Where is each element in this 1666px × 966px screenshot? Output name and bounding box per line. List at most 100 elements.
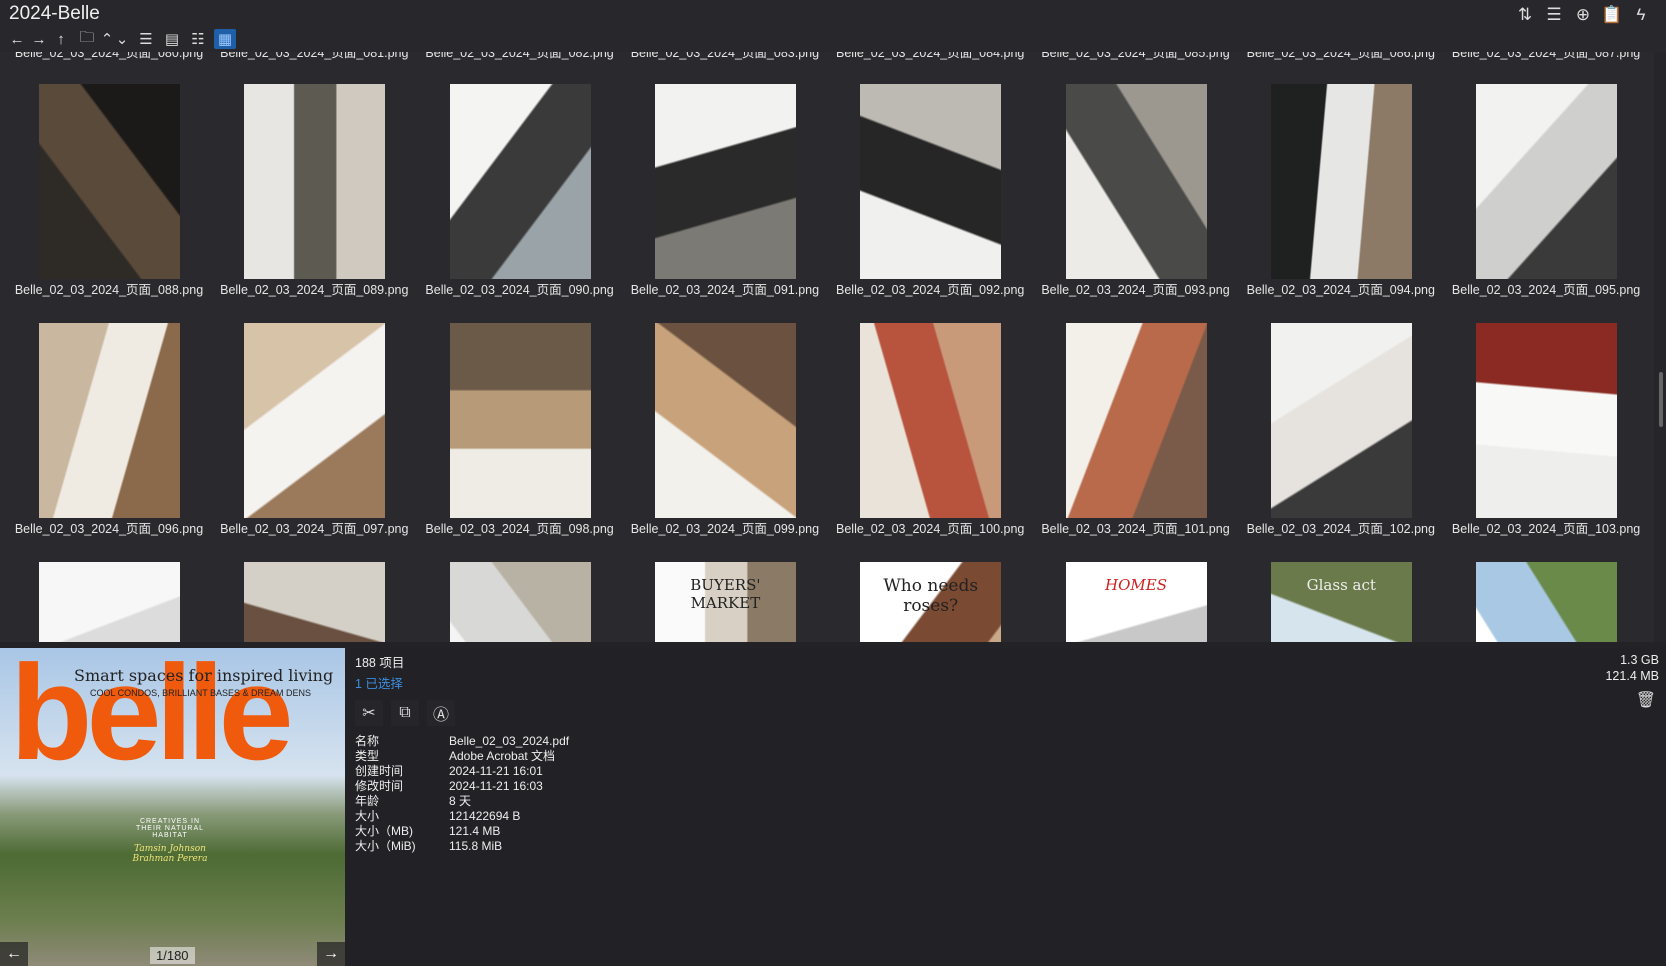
file-thumbnail[interactable]: Who needs roses? [860, 562, 1002, 642]
file-name[interactable]: Belle_02_03_2024_页面_088.png [9, 279, 209, 298]
file-name[interactable]: Belle_02_03_2024_页面_080.png [9, 52, 209, 61]
file-name[interactable]: Belle_02_03_2024_页面_094.png [1241, 279, 1441, 298]
file-name[interactable]: Belle_02_03_2024_页面_101.png [1036, 518, 1236, 537]
thumbnail-title: Glass act [1306, 576, 1376, 594]
file-name[interactable]: Belle_02_03_2024_页面_099.png [625, 518, 825, 537]
file-thumbnail[interactable] [654, 323, 796, 518]
lightning-button[interactable]: ϟ [1629, 5, 1653, 25]
file-name[interactable]: Belle_02_03_2024_页面_092.png [830, 279, 1030, 298]
file-name[interactable]: Belle_02_03_2024_页面_081.png [214, 52, 414, 61]
file-name[interactable]: Belle_02_03_2024_页面_089.png [214, 279, 414, 298]
cover-tagline: Smart spaces for inspired living [74, 666, 334, 685]
rename-button[interactable]: Ⓐ [427, 700, 455, 726]
file-thumbnail[interactable] [1270, 323, 1412, 518]
page-counter: 1/180 [150, 947, 195, 964]
scrollbar-thumb[interactable] [1659, 372, 1663, 427]
file-thumbnail[interactable] [1476, 562, 1618, 642]
file-thumbnail[interactable] [39, 323, 180, 518]
list-view-icon: ☰ [139, 31, 153, 48]
file-thumbnail[interactable] [449, 562, 591, 642]
file-name[interactable]: Belle_02_03_2024_页面_090.png [420, 279, 620, 298]
property-value: 115.8 MiB [449, 839, 503, 853]
file-name[interactable]: Belle_02_03_2024_页面_086.png [1241, 52, 1441, 61]
file-thumbnail[interactable] [244, 323, 386, 518]
copy-icon: ⧉ [399, 704, 411, 721]
file-name[interactable]: Belle_02_03_2024_页面_084.png [830, 52, 1030, 61]
tree-view-button[interactable]: ☷ [189, 29, 207, 49]
selected-count[interactable]: 1 已选择 [355, 673, 569, 692]
file-name[interactable]: Belle_02_03_2024_页面_096.png [9, 518, 209, 537]
file-thumbnail[interactable] [860, 323, 1002, 518]
property-key: 年龄 [355, 794, 380, 808]
arrow-left-button[interactable]: ← [8, 29, 26, 49]
property-key: 大小（MiB) [355, 839, 416, 853]
info-panel: belle Smart spaces for inspired living C… [0, 648, 1666, 966]
folder-button[interactable]: 🗀 [78, 29, 96, 49]
clipboard-button[interactable]: 📋 [1600, 5, 1624, 25]
file-thumbnail[interactable] [1476, 323, 1618, 518]
file-name[interactable]: Belle_02_03_2024_页面_083.png [625, 52, 825, 61]
list-button[interactable]: ☰ [1542, 5, 1566, 25]
file-name[interactable]: Belle_02_03_2024_页面_097.png [214, 518, 414, 537]
file-thumbnail[interactable]: BUYERS' MARKET [654, 562, 796, 642]
delete-button[interactable]: 🗑 [1636, 690, 1656, 710]
file-name[interactable]: Belle_02_03_2024_页面_091.png [625, 279, 825, 298]
sort-button[interactable]: ⇅ [1513, 5, 1537, 25]
property-row: 创建时间 2024-11-21 16:01 [355, 764, 569, 779]
thumbnail-title: BUYERS' MARKET [690, 576, 761, 612]
file-thumbnail[interactable] [654, 84, 796, 279]
property-key: 大小（MB) [355, 824, 413, 838]
clipboard-icon: 📋 [1601, 5, 1623, 24]
file-name[interactable]: Belle_02_03_2024_页面_102.png [1241, 518, 1441, 537]
file-thumbnail[interactable] [860, 84, 1002, 279]
lightning-icon: ϟ [1636, 5, 1646, 24]
file-thumbnail[interactable] [1065, 84, 1207, 279]
list-view-button[interactable]: ☰ [137, 29, 155, 49]
property-row: 类型 Adobe Acrobat 文档 [355, 749, 569, 764]
next-page-button[interactable]: → [317, 942, 345, 966]
cover-line: CREATIVES IN THEIR NATURAL HABITAT [135, 818, 205, 839]
file-thumbnail[interactable] [244, 84, 386, 279]
property-value: 2024-11-21 16:01 [449, 764, 543, 778]
thumbnail-title: Who needs roses? [883, 576, 979, 616]
file-name[interactable]: Belle_02_03_2024_页面_093.png [1036, 279, 1236, 298]
thumbnail-view-button[interactable]: ▦ [214, 29, 236, 49]
file-thumbnail[interactable] [449, 323, 591, 518]
file-name[interactable]: Belle_02_03_2024_页面_087.png [1446, 52, 1646, 61]
copy-button[interactable]: ⧉ [391, 700, 419, 726]
property-row: 大小 121422694 B [355, 809, 569, 824]
cut-button[interactable]: ✂ [355, 700, 383, 726]
window-title: 2024-Belle [9, 3, 100, 24]
cover-line: Tamsin Johnson Brahman Perera [132, 844, 208, 864]
arrow-up-button[interactable]: ↑ [52, 29, 70, 49]
file-thumbnail[interactable] [39, 562, 180, 642]
file-thumbnail[interactable]: Glass act [1270, 562, 1412, 642]
arrow-up-icon: ↑ [57, 30, 65, 48]
trash-icon: 🗑 [1635, 692, 1656, 709]
file-thumbnail[interactable] [39, 84, 180, 279]
file-name[interactable]: Belle_02_03_2024_页面_095.png [1446, 279, 1646, 298]
file-info: 188 项目 1 已选择 ✂ ⧉ Ⓐ 名称 Belle_02_03_2024.pdf 类… [355, 652, 569, 854]
details-view-button[interactable]: ▤ [163, 29, 181, 49]
vertical-scrollbar[interactable] [1654, 52, 1666, 642]
file-thumbnail[interactable] [449, 84, 591, 279]
item-count: 188 项目 [355, 656, 405, 670]
file-thumbnail[interactable] [1476, 84, 1618, 279]
arrow-right-button[interactable]: → [30, 29, 48, 49]
thumbnail-view-icon: ▦ [217, 31, 233, 48]
file-name[interactable]: Belle_02_03_2024_页面_098.png [420, 518, 620, 537]
file-name[interactable]: Belle_02_03_2024_页面_082.png [420, 52, 620, 61]
file-thumbnail[interactable] [244, 562, 386, 642]
file-thumbnail[interactable]: HOMES [1065, 562, 1207, 642]
chevron-down-button[interactable]: ⌄ [113, 29, 131, 49]
add-circle-button[interactable]: ⊕ [1571, 5, 1595, 25]
folder-icon: 🗀 [79, 28, 95, 46]
file-thumbnail[interactable] [1065, 323, 1207, 518]
file-name[interactable]: Belle_02_03_2024_页面_100.png [830, 518, 1030, 537]
file-thumbnail[interactable] [1270, 84, 1412, 279]
prev-page-button[interactable]: ← [0, 942, 28, 966]
file-name[interactable]: Belle_02_03_2024_页面_103.png [1446, 518, 1646, 537]
file-name[interactable]: Belle_02_03_2024_页面_085.png [1036, 52, 1236, 61]
property-key: 名称 [355, 734, 380, 748]
property-value: Belle_02_03_2024.pdf [449, 734, 570, 748]
